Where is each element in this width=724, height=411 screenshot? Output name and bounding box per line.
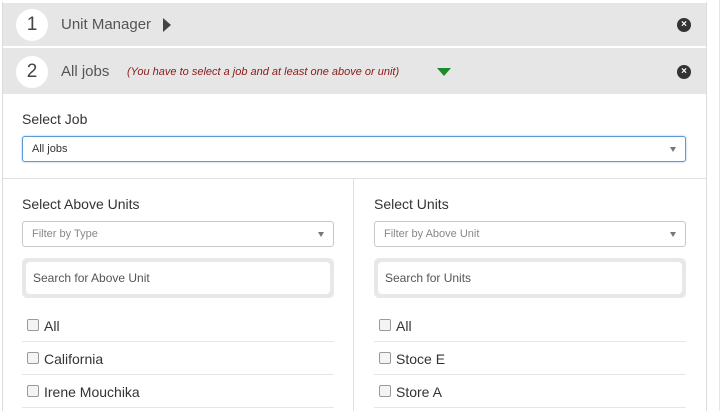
chevron-down-icon [670,232,676,237]
list-item-all[interactable]: All [22,309,334,342]
step-hint: (You have to select a job and at least o… [127,66,400,78]
list-item-label: All [396,318,412,334]
step-number: 1 [16,9,48,41]
list-item-label: Store A [396,384,442,400]
step-jobs-header[interactable]: 2 All jobs (You have to select a job and… [3,48,706,94]
step-number: 2 [16,56,48,88]
above-unit-type-filter[interactable]: Filter by Type [22,221,334,247]
above-unit-search-box [22,258,334,298]
list-item-label: All [44,318,60,334]
step-unit-manager-header[interactable]: 1 Unit Manager × [3,3,706,46]
filter-placeholder: Filter by Above Unit [384,228,480,240]
list-item-all[interactable]: All [374,309,686,342]
close-icon[interactable]: × [677,18,691,32]
list-item-label: California [44,351,104,367]
close-icon[interactable]: × [677,65,691,79]
unit-above-unit-filter[interactable]: Filter by Above Unit [374,221,686,247]
unit-search-box [374,258,686,298]
select-units-label: Select Units [374,196,449,212]
list-item-label: Irene Mouchika [44,384,140,400]
chevron-down-icon [670,147,676,152]
list-item-irene-mouchika[interactable]: Irene Mouchika [22,375,334,408]
list-item-label: Stoce E [396,351,446,367]
list-item-stoce-e[interactable]: Stoce E [374,342,686,375]
chevron-down-icon [318,232,324,237]
list-item-california[interactable]: California [22,342,334,375]
caret-right-icon[interactable] [163,18,171,32]
section-divider [3,178,706,179]
list-item-store-a[interactable]: Store A [374,375,686,408]
unit-search-input[interactable] [378,262,682,294]
column-divider [353,179,354,411]
checkbox[interactable] [379,319,391,331]
checkbox[interactable] [379,352,391,364]
job-select-value: All jobs [32,143,68,155]
step-title: Unit Manager [61,16,152,33]
above-unit-search-input[interactable] [26,262,330,294]
checkbox[interactable] [379,385,391,397]
step-title: All jobs [61,63,110,80]
scrollbar[interactable] [719,0,724,411]
filter-placeholder: Filter by Type [32,228,98,240]
checkbox[interactable] [27,385,39,397]
select-above-units-label: Select Above Units [22,196,140,212]
job-select[interactable]: All jobs [22,136,686,162]
select-job-label: Select Job [22,111,88,127]
caret-down-icon[interactable] [437,68,451,76]
checkbox[interactable] [27,319,39,331]
checkbox[interactable] [27,352,39,364]
